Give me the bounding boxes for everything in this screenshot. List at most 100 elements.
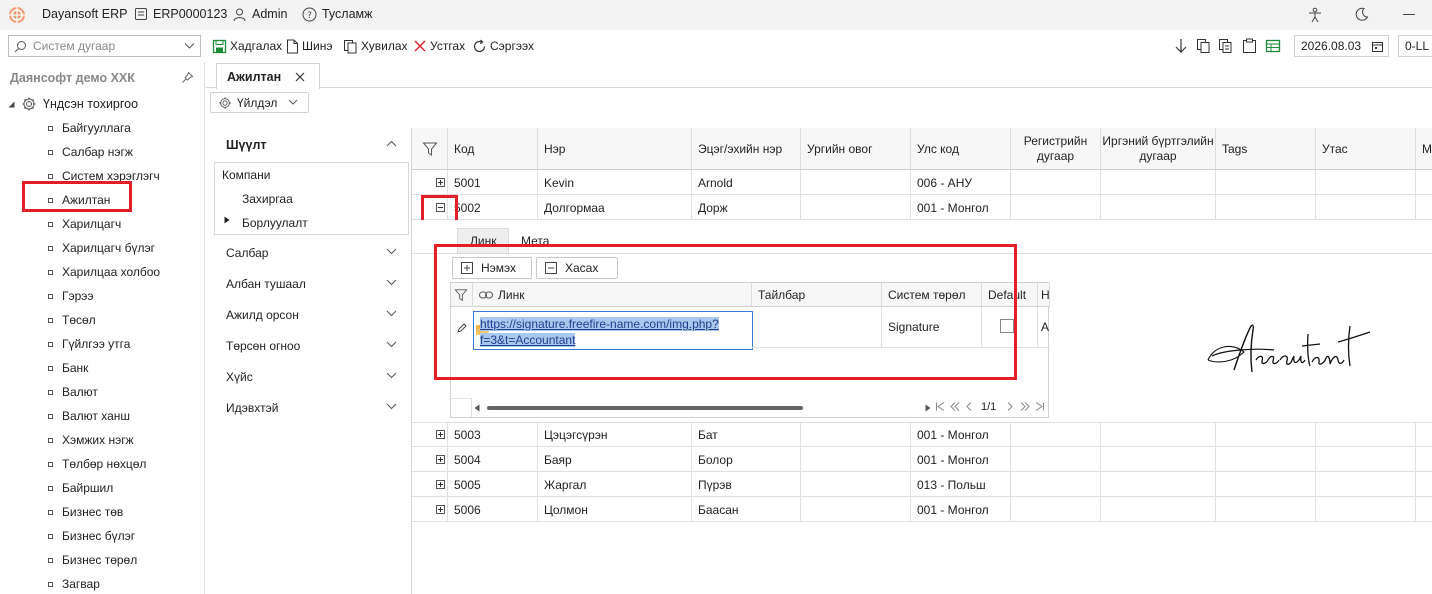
table-cell[interactable]: 001 - Монгол [911,497,1011,522]
horizontal-scrollbar[interactable] [473,404,931,412]
grid-column-header[interactable]: Ургийн овог [801,128,911,170]
grid-column-header[interactable]: Нэр [538,128,692,170]
refresh-button[interactable]: Сэргээх [472,37,534,55]
filter-section[interactable]: Албан тушаал [214,268,409,299]
table-cell[interactable] [801,195,911,220]
table-row[interactable]: 5004 Баяр Болор 001 - Монгол [412,447,1432,472]
sidebar-item[interactable]: Төлбөр нөхцөл [48,455,146,473]
expand-triangle-icon[interactable] [224,216,230,224]
filter-option-admin[interactable]: Захиргаа [242,192,293,206]
table-cell[interactable] [1416,422,1432,447]
sidebar-item[interactable]: Загвар [48,575,100,593]
next-column-header[interactable]: Н [1038,283,1050,307]
sidebar-item[interactable]: Салбар нэгж [48,143,133,161]
table-cell[interactable]: 5003 [448,422,538,447]
delete-button[interactable]: Устгах [413,37,465,55]
table-cell[interactable]: 5002 [448,195,538,220]
grid-filter-icon[interactable] [412,128,448,170]
table-cell[interactable] [1101,422,1216,447]
pin-icon[interactable] [181,71,194,84]
tab-employee[interactable]: Ажилтан [216,63,320,89]
row-expand-icon[interactable] [412,447,448,472]
table-cell[interactable] [1416,170,1432,195]
table-cell[interactable]: Болор [692,447,801,472]
minimize-icon[interactable] [1403,14,1415,15]
table-cell[interactable] [1011,195,1101,220]
row-expand-icon[interactable] [412,170,448,195]
table-cell[interactable]: 006 - АНУ [911,170,1011,195]
last-page-icon[interactable] [1035,402,1045,411]
close-icon[interactable] [295,72,305,82]
sidebar-item[interactable]: Бизнес төв [48,503,123,521]
table-cell[interactable]: 5001 [448,170,538,195]
table-cell[interactable] [1011,472,1101,497]
table-cell[interactable] [1316,497,1416,522]
instance-button[interactable]: ERP0000123 [134,6,227,22]
table-cell[interactable]: Пүрэв [692,472,801,497]
sidebar-item[interactable]: Харилцагч [48,215,121,233]
copy-button[interactable]: Хувилах [343,37,408,55]
table-cell[interactable] [1101,447,1216,472]
table-cell[interactable]: Дорж [692,195,801,220]
grid-column-header[interactable]: Эцэг/эхийн нэр [692,128,801,170]
table-cell[interactable] [1316,472,1416,497]
table-cell[interactable]: Kevin [538,170,692,195]
grid-column-header[interactable]: Иргэний бүртгэлийн дугаар [1101,128,1216,170]
table-cell[interactable] [1101,472,1216,497]
prev-page-icon[interactable] [966,402,972,411]
table-cell[interactable]: 013 - Польш [911,472,1011,497]
sidebar-item[interactable]: Харилцагч бүлэг [48,239,155,257]
table-cell[interactable] [1416,447,1432,472]
table-cell[interactable] [1101,170,1216,195]
table-cell[interactable] [801,472,911,497]
table-cell[interactable] [1216,170,1316,195]
row-expand-icon[interactable] [412,422,448,447]
grid-column-header[interactable]: Улс код [911,128,1011,170]
accessibility-icon[interactable] [1307,7,1323,23]
sidebar-item[interactable]: Бизнес төрөл [48,551,137,569]
grid-column-header[interactable]: Код [448,128,538,170]
table-cell[interactable]: 001 - Монгол [911,447,1011,472]
sidebar-item[interactable]: Бизнес бүлэг [48,527,135,545]
new-button[interactable]: Шинэ [286,37,332,55]
filter-section[interactable]: Хүйс [214,361,409,392]
table-cell[interactable]: 001 - Монгол [911,422,1011,447]
table-cell[interactable] [1216,422,1316,447]
date-picker[interactable]: 2026.08.03 [1294,35,1389,57]
search-input[interactable]: Систем дугаар [8,35,201,57]
row-expand-icon[interactable] [412,497,448,522]
table-cell[interactable] [1416,497,1432,522]
table-cell[interactable]: Цолмон [538,497,692,522]
download-icon[interactable] [1174,38,1188,54]
sidebar-item[interactable]: Харилцаа холбоо [48,263,160,281]
branch-code-field[interactable]: 0-LL [1398,35,1432,57]
table-cell[interactable]: Долгормаа [538,195,692,220]
table-row[interactable]: 5002 Долгормаа Дорж 001 - Монгол [412,195,1432,220]
sidebar-root-main-settings[interactable]: Үндсэн тохиргоо [8,96,138,112]
table-cell[interactable]: Arnold [692,170,801,195]
table-cell[interactable] [1316,447,1416,472]
sidebar-item[interactable]: Гэрээ [48,287,94,305]
table-green-icon[interactable] [1265,38,1281,54]
grid-column-header[interactable]: Tags [1216,128,1316,170]
first-page-icon[interactable] [935,402,945,411]
table-cell[interactable] [1216,195,1316,220]
table-cell[interactable] [1101,497,1216,522]
table-cell[interactable]: Бат [692,422,801,447]
table-cell[interactable] [801,447,911,472]
table-row[interactable]: 5005 Жаргал Пүрэв 013 - Польш [412,472,1432,497]
table-cell[interactable] [1011,447,1101,472]
calendar-icon[interactable] [1371,40,1384,53]
table-cell[interactable]: 5006 [448,497,538,522]
copy-rows-icon[interactable] [1196,38,1211,54]
table-cell[interactable] [801,497,911,522]
table-cell[interactable] [1101,195,1216,220]
table-cell[interactable] [1011,170,1101,195]
next-page-icon[interactable] [1007,402,1013,411]
prev-page-fast-icon[interactable] [950,402,960,411]
filter-header[interactable]: Шүүлт [214,129,409,161]
table-cell[interactable]: Баяр [538,447,692,472]
save-button[interactable]: Хадгалах [212,37,282,55]
paste-icon[interactable] [1242,38,1257,54]
sidebar-item[interactable]: Төсөл [48,311,96,329]
